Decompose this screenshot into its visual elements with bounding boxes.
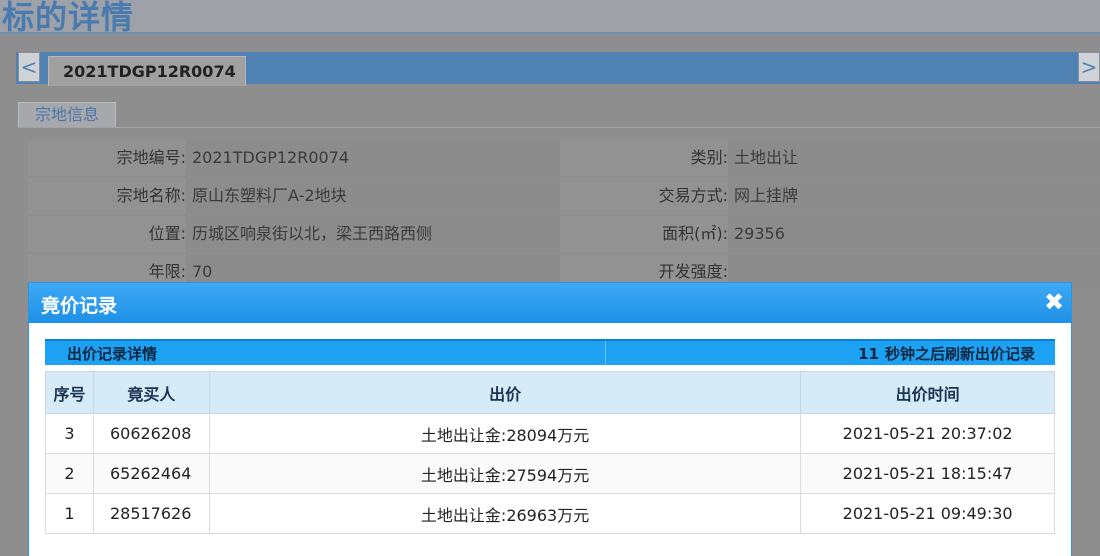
info-value: 历城区响泉街以北，梁王西路西侧 [186,216,560,252]
modal-body: 出价记录详情 11 秒钟之后刷新出价记录 序号 竟买人 出价 出价时间 3 606… [29,323,1071,556]
bid-table: 序号 竟买人 出价 出价时间 3 60626208 土地出让金:28094万元 … [45,371,1055,534]
column-header-time: 出价时间 [800,371,1055,414]
modal-header: 竟价记录 ✖ [29,283,1071,323]
bid-record-bar-title: 出价记录详情 [67,345,158,363]
info-label: 宗地编号: [28,140,186,176]
column-header-seq: 序号 [45,371,94,414]
info-value: 网上挂牌 [728,178,1100,214]
table-row: 2 65262464 土地出让金:27594万元 2021-05-21 18:1… [45,453,1055,494]
table-header-row: 序号 竟买人 出价 出价时间 [45,371,1055,414]
cell-time: 2021-05-21 09:49:30 [800,493,1055,534]
cell-price: 土地出让金:28094万元 [208,413,802,454]
cell-buyer: 60626208 [92,413,210,454]
cell-price: 土地出让金:27594万元 [208,453,802,494]
page-title-bar: 标的详情 [0,0,1100,36]
tab-scroll-left-button[interactable]: < [18,52,40,82]
info-label: 宗地名称: [28,178,186,214]
info-row: 宗地编号: 2021TDGP12R0074 类别: 土地出让 [28,140,1100,176]
bid-record-bar: 出价记录详情 11 秒钟之后刷新出价记录 [45,339,1055,365]
cell-buyer: 65262464 [92,453,210,494]
cell-time: 2021-05-21 18:15:47 [800,453,1055,494]
cell-time: 2021-05-21 20:37:02 [800,413,1055,454]
info-value: 土地出让 [728,140,1100,176]
info-row: 宗地名称: 原山东塑料厂A-2地块 交易方式: 网上挂牌 [28,178,1100,214]
info-label: 面积(㎡): [560,216,728,252]
info-value: 2021TDGP12R0074 [186,140,560,176]
section-divider [18,127,1100,128]
refresh-countdown: 11 秒钟之后刷新出价记录 [858,343,1035,364]
cell-seq: 3 [45,413,94,454]
info-label: 交易方式: [560,178,728,214]
tab-scroll-right-button[interactable]: > [1078,52,1100,82]
close-icon[interactable]: ✖ [1041,287,1067,317]
tab-parcel[interactable]: 2021TDGP12R0074 [48,56,246,86]
info-value: 29356 [728,216,1100,252]
info-value: 原山东塑料厂A-2地块 [186,178,560,214]
column-header-price: 出价 [208,371,802,414]
refresh-countdown-label: 秒钟之后刷新出价记录 [884,345,1035,363]
info-label: 位置: [28,216,186,252]
table-row: 1 28517626 土地出让金:26963万元 2021-05-21 09:4… [45,493,1055,534]
table-row: 3 60626208 土地出让金:28094万元 2021-05-21 20:3… [45,413,1055,454]
cell-seq: 2 [45,453,94,494]
cell-price: 土地出让金:26963万元 [208,493,802,534]
section-tab-parcel-info[interactable]: 宗地信息 [18,102,116,128]
refresh-countdown-seconds: 11 [858,345,879,363]
cell-buyer: 28517626 [92,493,210,534]
bid-record-modal: 竟价记录 ✖ 出价记录详情 11 秒钟之后刷新出价记录 序号 竟买人 出价 出价时… [28,282,1072,556]
info-label: 类别: [560,140,728,176]
column-header-buyer: 竟买人 [92,371,210,414]
modal-title: 竟价记录 [41,295,118,317]
info-row: 位置: 历城区响泉街以北，梁王西路西侧 面积(㎡): 29356 [28,216,1100,252]
page-title: 标的详情 [2,0,135,36]
bar-divider [605,341,606,365]
cell-seq: 1 [45,493,94,534]
